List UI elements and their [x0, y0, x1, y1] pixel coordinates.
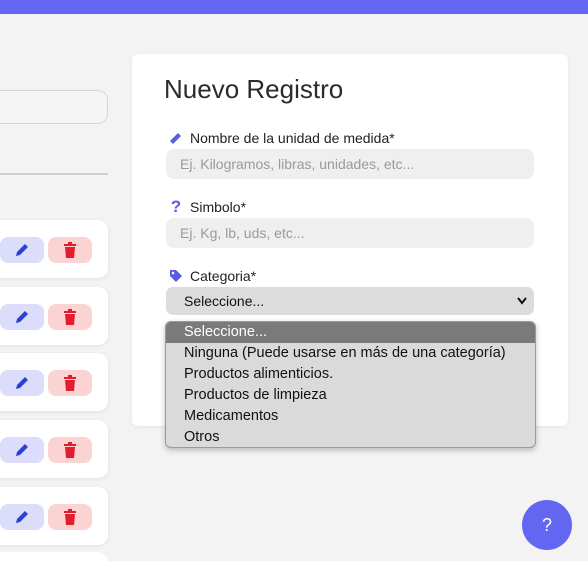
pencil-icon: [16, 377, 28, 389]
ruler-icon: [168, 130, 184, 146]
list-item: [0, 353, 108, 411]
list-item: [0, 220, 108, 278]
trash-icon: [64, 442, 76, 458]
symbol-field[interactable]: [166, 218, 534, 248]
trash-icon: [64, 509, 76, 525]
edit-button[interactable]: [0, 504, 44, 530]
symbol-label: Simbolo*: [190, 199, 247, 215]
help-button[interactable]: ?: [522, 500, 572, 550]
list-item: [0, 487, 108, 545]
option-seleccione[interactable]: Seleccione...: [166, 322, 535, 343]
delete-button[interactable]: [48, 304, 92, 330]
delete-button[interactable]: [48, 504, 92, 530]
option-productos-limpieza[interactable]: Productos de limpieza: [166, 385, 535, 406]
pencil-icon: [16, 444, 28, 456]
symbol-label-row: ? Simbolo*: [168, 197, 247, 216]
category-select[interactable]: Seleccione...: [166, 287, 534, 315]
option-ninguna[interactable]: Ninguna (Puede usarse en más de una cate…: [166, 343, 535, 364]
list-item: [0, 552, 108, 561]
edit-button[interactable]: [0, 437, 44, 463]
name-label: Nombre de la unidad de medida*: [190, 130, 395, 146]
help-icon: ?: [541, 514, 552, 535]
option-productos-alimenticios[interactable]: Productos alimenticios.: [166, 364, 535, 385]
chevron-down-icon: [516, 287, 528, 325]
top-bar: [0, 0, 588, 14]
edit-button[interactable]: [0, 237, 44, 263]
question-icon: ?: [170, 197, 182, 216]
category-label-row: Categoria*: [168, 268, 256, 284]
trash-icon: [64, 375, 76, 391]
option-medicamentos[interactable]: Medicamentos: [166, 406, 535, 427]
option-otros[interactable]: Otros: [166, 427, 535, 447]
delete-button[interactable]: [48, 237, 92, 263]
delete-button[interactable]: [48, 370, 92, 396]
list-item: [0, 420, 108, 478]
page-title: Nuevo Registro: [164, 74, 344, 104]
list-item: [0, 287, 108, 345]
category-label: Categoria*: [190, 268, 257, 284]
pencil-icon: [16, 311, 28, 323]
category-select-value: Seleccione...: [184, 293, 265, 309]
tag-icon: [168, 268, 184, 284]
search-input[interactable]: [0, 90, 108, 124]
pencil-icon: [16, 511, 28, 523]
name-field[interactable]: [166, 149, 534, 179]
divider: [0, 173, 108, 175]
trash-icon: [64, 309, 76, 325]
category-dropdown: Seleccione... Ninguna (Puede usarse en m…: [165, 321, 536, 448]
edit-button[interactable]: [0, 370, 44, 396]
edit-button[interactable]: [0, 304, 44, 330]
name-label-row: Nombre de la unidad de medida*: [168, 130, 395, 146]
pencil-icon: [16, 244, 28, 256]
delete-button[interactable]: [48, 437, 92, 463]
trash-icon: [64, 242, 76, 258]
